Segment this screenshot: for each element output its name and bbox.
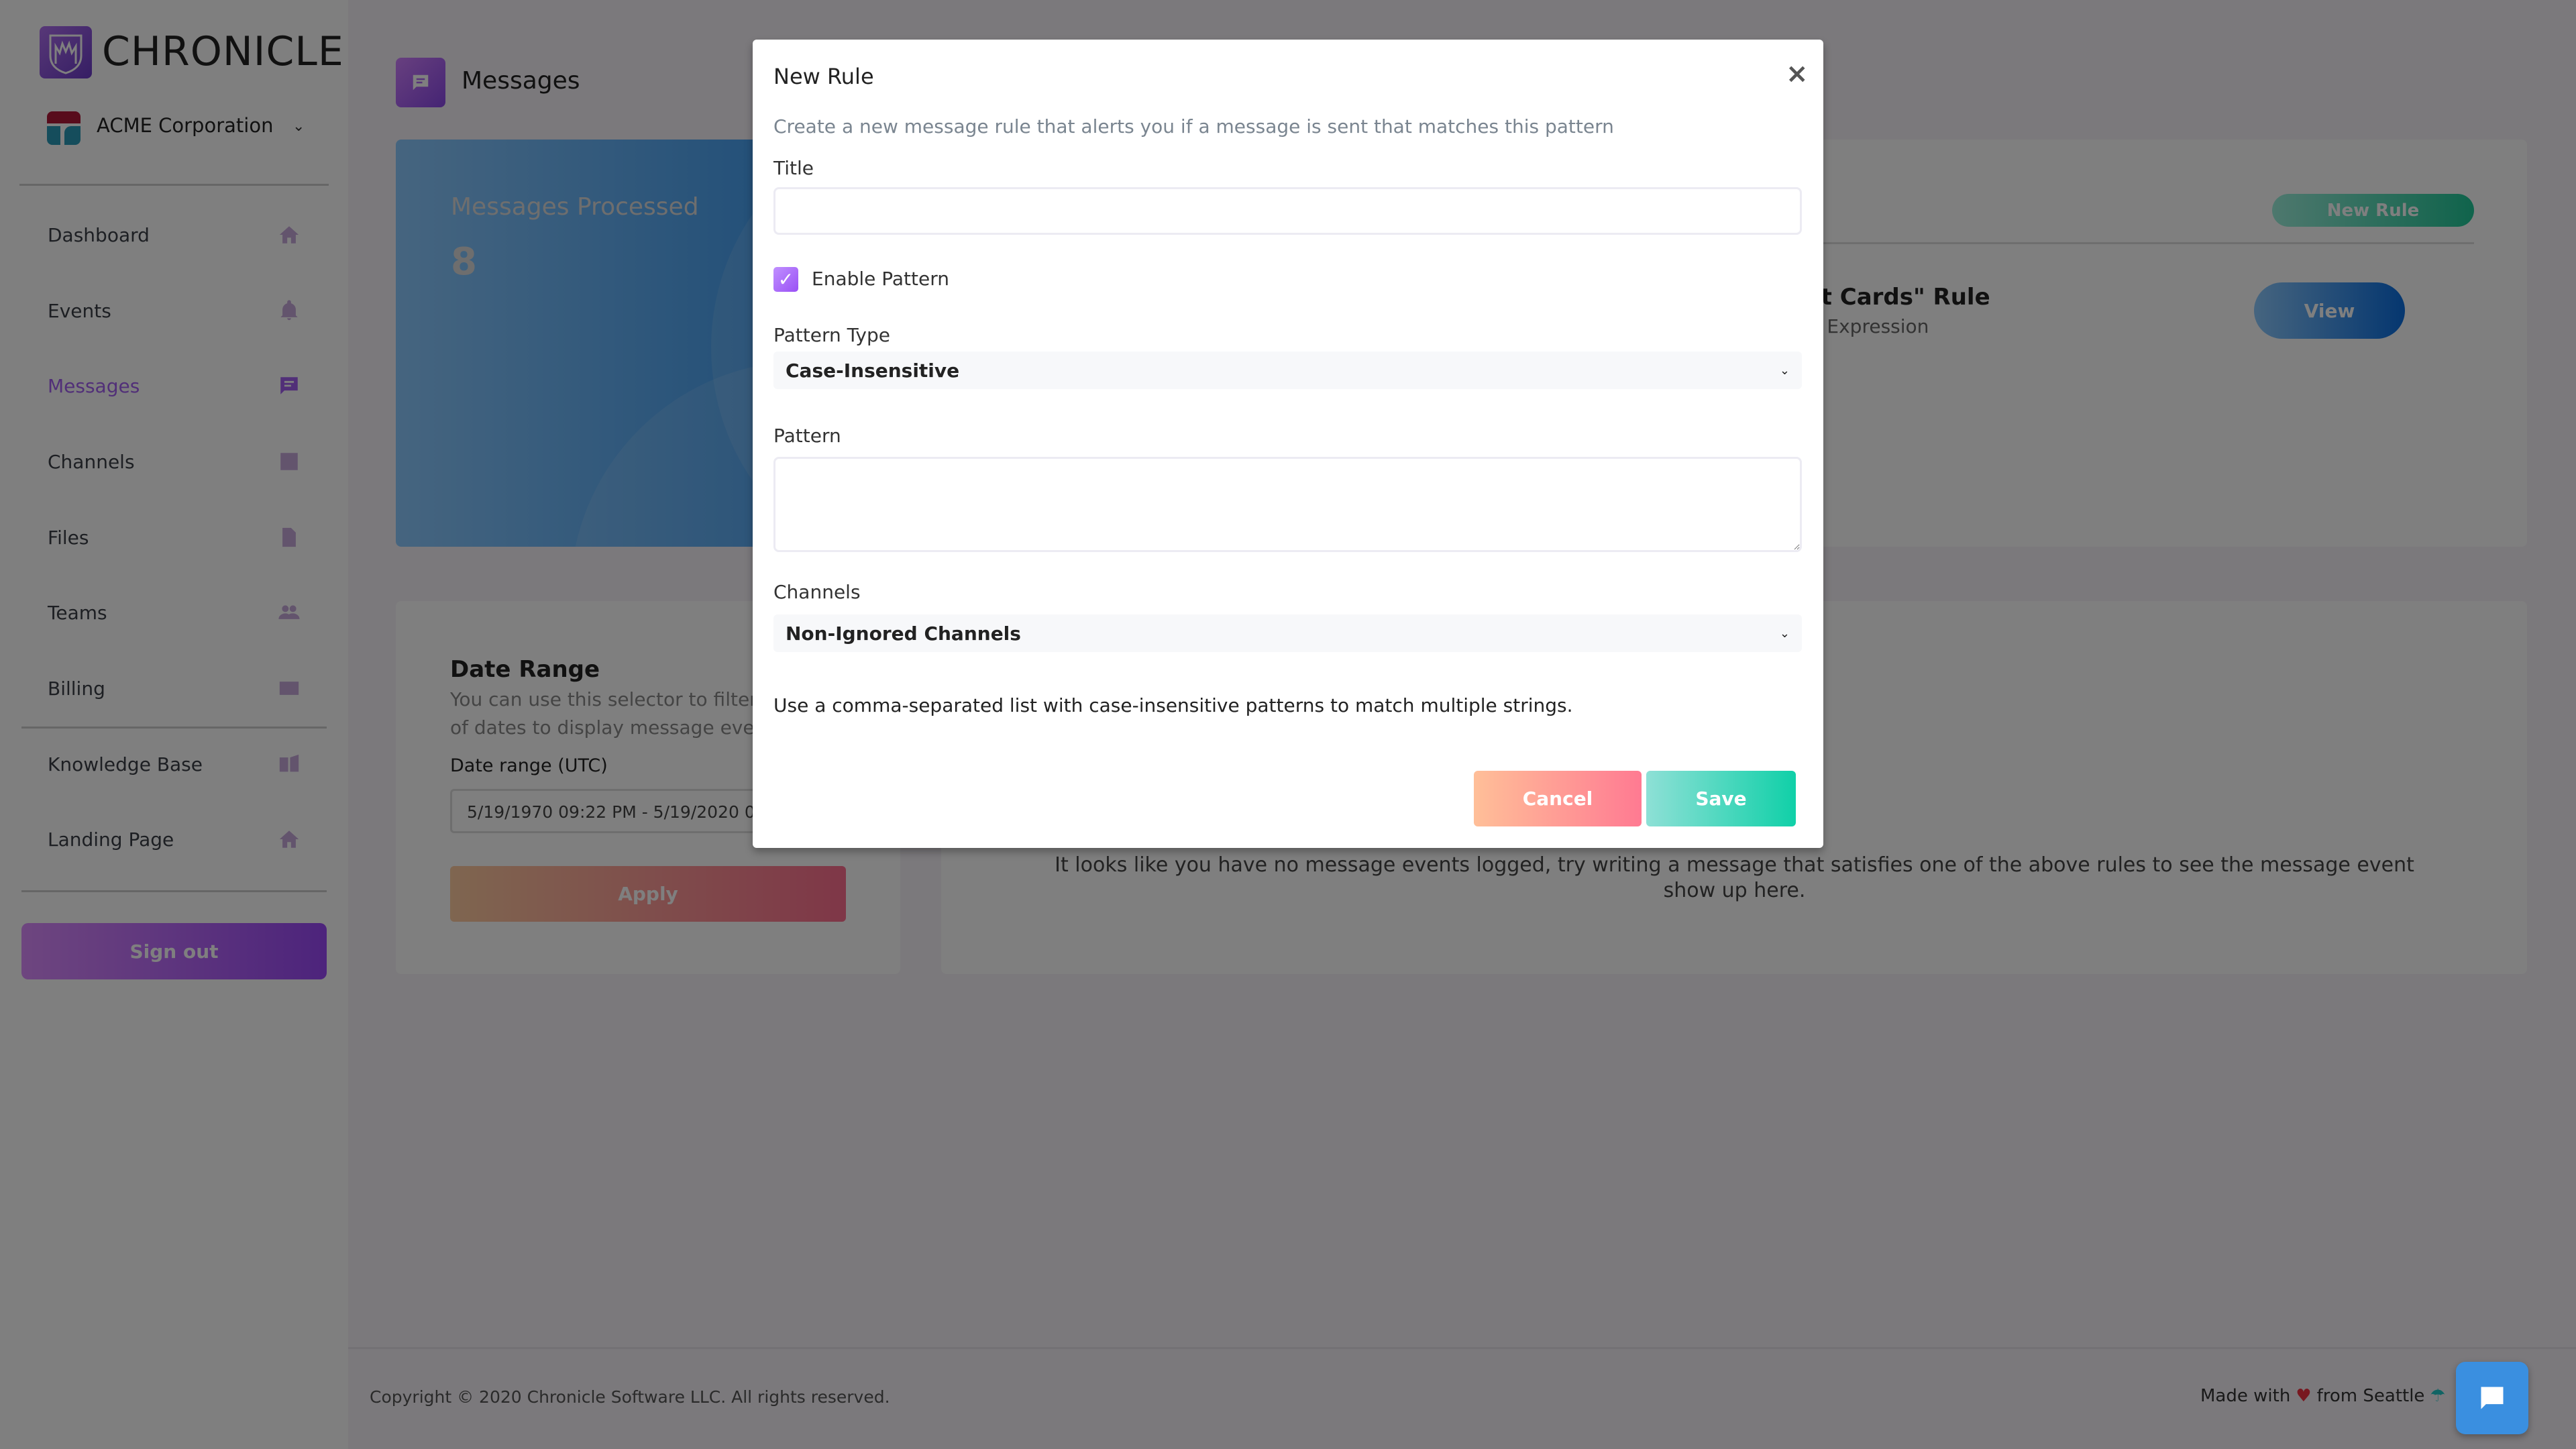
title-label: Title [773, 157, 814, 179]
channels-label: Channels [773, 581, 861, 603]
cancel-button[interactable]: Cancel [1474, 771, 1642, 826]
chevron-down-icon: ⌄ [1779, 626, 1790, 641]
chevron-down-icon: ⌄ [1779, 363, 1790, 378]
channels-value: Non-Ignored Channels [786, 622, 1021, 645]
pattern-type-select[interactable]: Case-Insensitive ⌄ [773, 352, 1802, 389]
pattern-label: Pattern [773, 425, 841, 447]
chat-widget-button[interactable] [2456, 1362, 2528, 1434]
pattern-type-value: Case-Insensitive [786, 359, 960, 382]
modal-title: New Rule [773, 64, 874, 89]
enable-pattern-checkbox[interactable]: ✓ [773, 267, 798, 292]
help-text: Use a comma-separated list with case-ins… [773, 694, 1573, 716]
save-button[interactable]: Save [1646, 771, 1796, 826]
close-icon[interactable]: × [1786, 58, 1809, 89]
title-input[interactable] [773, 187, 1802, 235]
chat-icon [2481, 1387, 2504, 1409]
new-rule-modal: New Rule × Create a new message rule tha… [753, 40, 1823, 848]
channels-select[interactable]: Non-Ignored Channels ⌄ [773, 614, 1802, 652]
pattern-textarea[interactable] [773, 457, 1802, 552]
modal-description: Create a new message rule that alerts yo… [773, 115, 1614, 138]
pattern-type-label: Pattern Type [773, 324, 890, 346]
enable-pattern-label: Enable Pattern [812, 268, 950, 290]
